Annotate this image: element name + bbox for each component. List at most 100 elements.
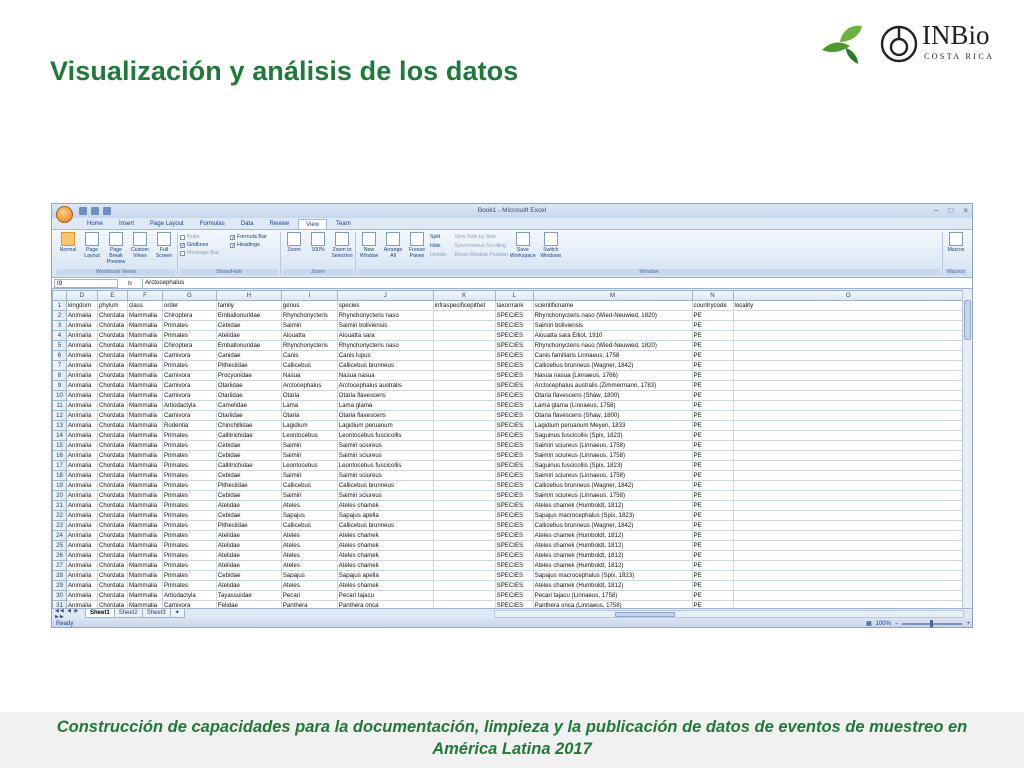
cell[interactable]: Sapajus apella (336, 570, 434, 581)
cell[interactable]: Animalia (65, 440, 98, 451)
cell[interactable]: PE (691, 550, 734, 561)
cell[interactable]: SPECIES (494, 540, 534, 551)
column-header[interactable]: L (494, 290, 534, 301)
normal-view-button[interactable]: Normal (57, 232, 79, 265)
cell[interactable]: Saimiri sciureus (Linnaeus, 1758) (532, 440, 693, 451)
cell[interactable]: Artiodactyla (161, 400, 217, 411)
cell[interactable]: scientificname (532, 300, 693, 311)
row-header[interactable]: 19 (52, 480, 67, 491)
cell[interactable]: Chordata (96, 440, 128, 451)
cell[interactable]: Cebidae (215, 320, 282, 331)
cell[interactable]: Leontocebus fuscicollis (336, 430, 434, 441)
cell[interactable]: Mammalia (126, 550, 163, 561)
cell[interactable] (432, 410, 496, 421)
cell[interactable]: Otaria flavescens (Shaw, 1800) (532, 410, 693, 421)
cell[interactable]: Animalia (65, 550, 98, 561)
cell[interactable]: Ateles chamek (336, 560, 434, 571)
cell[interactable]: Animalia (65, 570, 98, 581)
cell[interactable]: Mammalia (126, 400, 163, 411)
cell[interactable]: Chordata (96, 450, 128, 461)
synchronous-scrolling-button[interactable]: Synchronous Scrolling (454, 243, 507, 249)
cell[interactable]: Callitrichidae (215, 460, 282, 471)
column-header[interactable]: N (691, 290, 734, 301)
cell[interactable]: Mammalia (126, 380, 163, 391)
cell[interactable]: Ateles chamek (Humboldt, 1812) (532, 560, 693, 571)
cell[interactable] (732, 310, 964, 321)
cell[interactable]: SPECIES (494, 500, 534, 511)
fx-icon[interactable]: fx (118, 280, 142, 287)
cell[interactable]: Animalia (65, 330, 98, 341)
cell[interactable]: SPECIES (494, 570, 534, 581)
cell[interactable] (732, 510, 964, 521)
cell[interactable]: Cebidae (215, 440, 282, 451)
cell[interactable]: Animalia (65, 360, 98, 371)
cell[interactable]: Chordata (96, 400, 128, 411)
cell[interactable]: Canidae (215, 350, 282, 361)
cell[interactable] (732, 360, 964, 371)
cell[interactable]: Chordata (96, 320, 128, 331)
cell[interactable]: Rhynchonycteris (280, 310, 338, 321)
cell[interactable] (432, 550, 496, 561)
column-header[interactable]: E (96, 290, 128, 301)
row-header[interactable]: 4 (52, 330, 67, 341)
cell[interactable]: Animalia (65, 370, 98, 381)
tab-team[interactable]: Team (329, 219, 358, 229)
cell[interactable]: Ateles chamek (Humboldt, 1812) (532, 530, 693, 541)
cell[interactable]: Atelidae (215, 540, 282, 551)
cell[interactable]: Chinchillidae (215, 420, 282, 431)
cell[interactable]: PE (691, 490, 734, 501)
cell[interactable] (432, 370, 496, 381)
cell[interactable]: Saimiri sciureus (336, 450, 434, 461)
cell[interactable]: Mammalia (126, 520, 163, 531)
cell[interactable] (432, 470, 496, 481)
cell[interactable]: Rhynchonycteris naso (336, 340, 434, 351)
cell[interactable]: Callicebus (280, 480, 338, 491)
cell[interactable]: Ateles chamek (Humboldt, 1812) (532, 540, 693, 551)
cell[interactable]: SPECIES (494, 490, 534, 501)
cell[interactable]: PE (691, 470, 734, 481)
cell[interactable]: Canis lupus (336, 350, 434, 361)
cell[interactable]: Callicebus brunneus (336, 520, 434, 531)
cell[interactable] (432, 440, 496, 451)
cell[interactable]: PE (691, 510, 734, 521)
cell[interactable]: Chiroptera (161, 340, 217, 351)
cell[interactable]: PE (691, 570, 734, 581)
cell[interactable]: Chordata (96, 340, 128, 351)
cell[interactable]: Primates (161, 500, 217, 511)
select-all-corner[interactable] (52, 290, 67, 301)
cell[interactable]: Ateles (280, 530, 338, 541)
cell[interactable]: Chordata (96, 560, 128, 571)
cell[interactable]: Otariidae (215, 390, 282, 401)
cell[interactable] (432, 360, 496, 371)
cell[interactable]: PE (691, 420, 734, 431)
cell[interactable]: Mammalia (126, 600, 163, 608)
cell[interactable]: PE (691, 600, 734, 608)
row-header[interactable]: 11 (52, 400, 67, 411)
cell[interactable]: PE (691, 560, 734, 571)
formula-input[interactable]: Arctocephalus (142, 278, 972, 288)
cell[interactable] (432, 510, 496, 521)
horizontal-scrollbar[interactable] (494, 609, 964, 618)
row-header[interactable]: 26 (52, 550, 67, 561)
cell[interactable] (732, 390, 964, 401)
cell[interactable]: Mammalia (126, 510, 163, 521)
cell[interactable] (432, 350, 496, 361)
cell[interactable]: Primates (161, 530, 217, 541)
cell[interactable]: Animalia (65, 500, 98, 511)
cell[interactable]: Chordata (96, 540, 128, 551)
cell[interactable]: Sapajus apella (336, 510, 434, 521)
cell[interactable]: PE (691, 380, 734, 391)
cell[interactable] (732, 520, 964, 531)
cell[interactable]: Primates (161, 520, 217, 531)
cell[interactable] (732, 320, 964, 331)
cell[interactable]: PE (691, 580, 734, 591)
zoom-100-button[interactable]: 100% (307, 232, 329, 259)
sheet-tab-sheet3[interactable]: Sheet3 (141, 609, 171, 618)
cell[interactable]: Arctocephalus (280, 380, 338, 391)
cell[interactable]: SPECIES (494, 440, 534, 451)
cell[interactable] (432, 310, 496, 321)
zoom-button[interactable]: Zoom (283, 232, 305, 259)
sheet-tab-sheet2[interactable]: Sheet2 (113, 609, 143, 618)
cell[interactable]: Sapajus macrocephalus (Spix, 1823) (532, 510, 693, 521)
cell[interactable]: Chordata (96, 500, 128, 511)
